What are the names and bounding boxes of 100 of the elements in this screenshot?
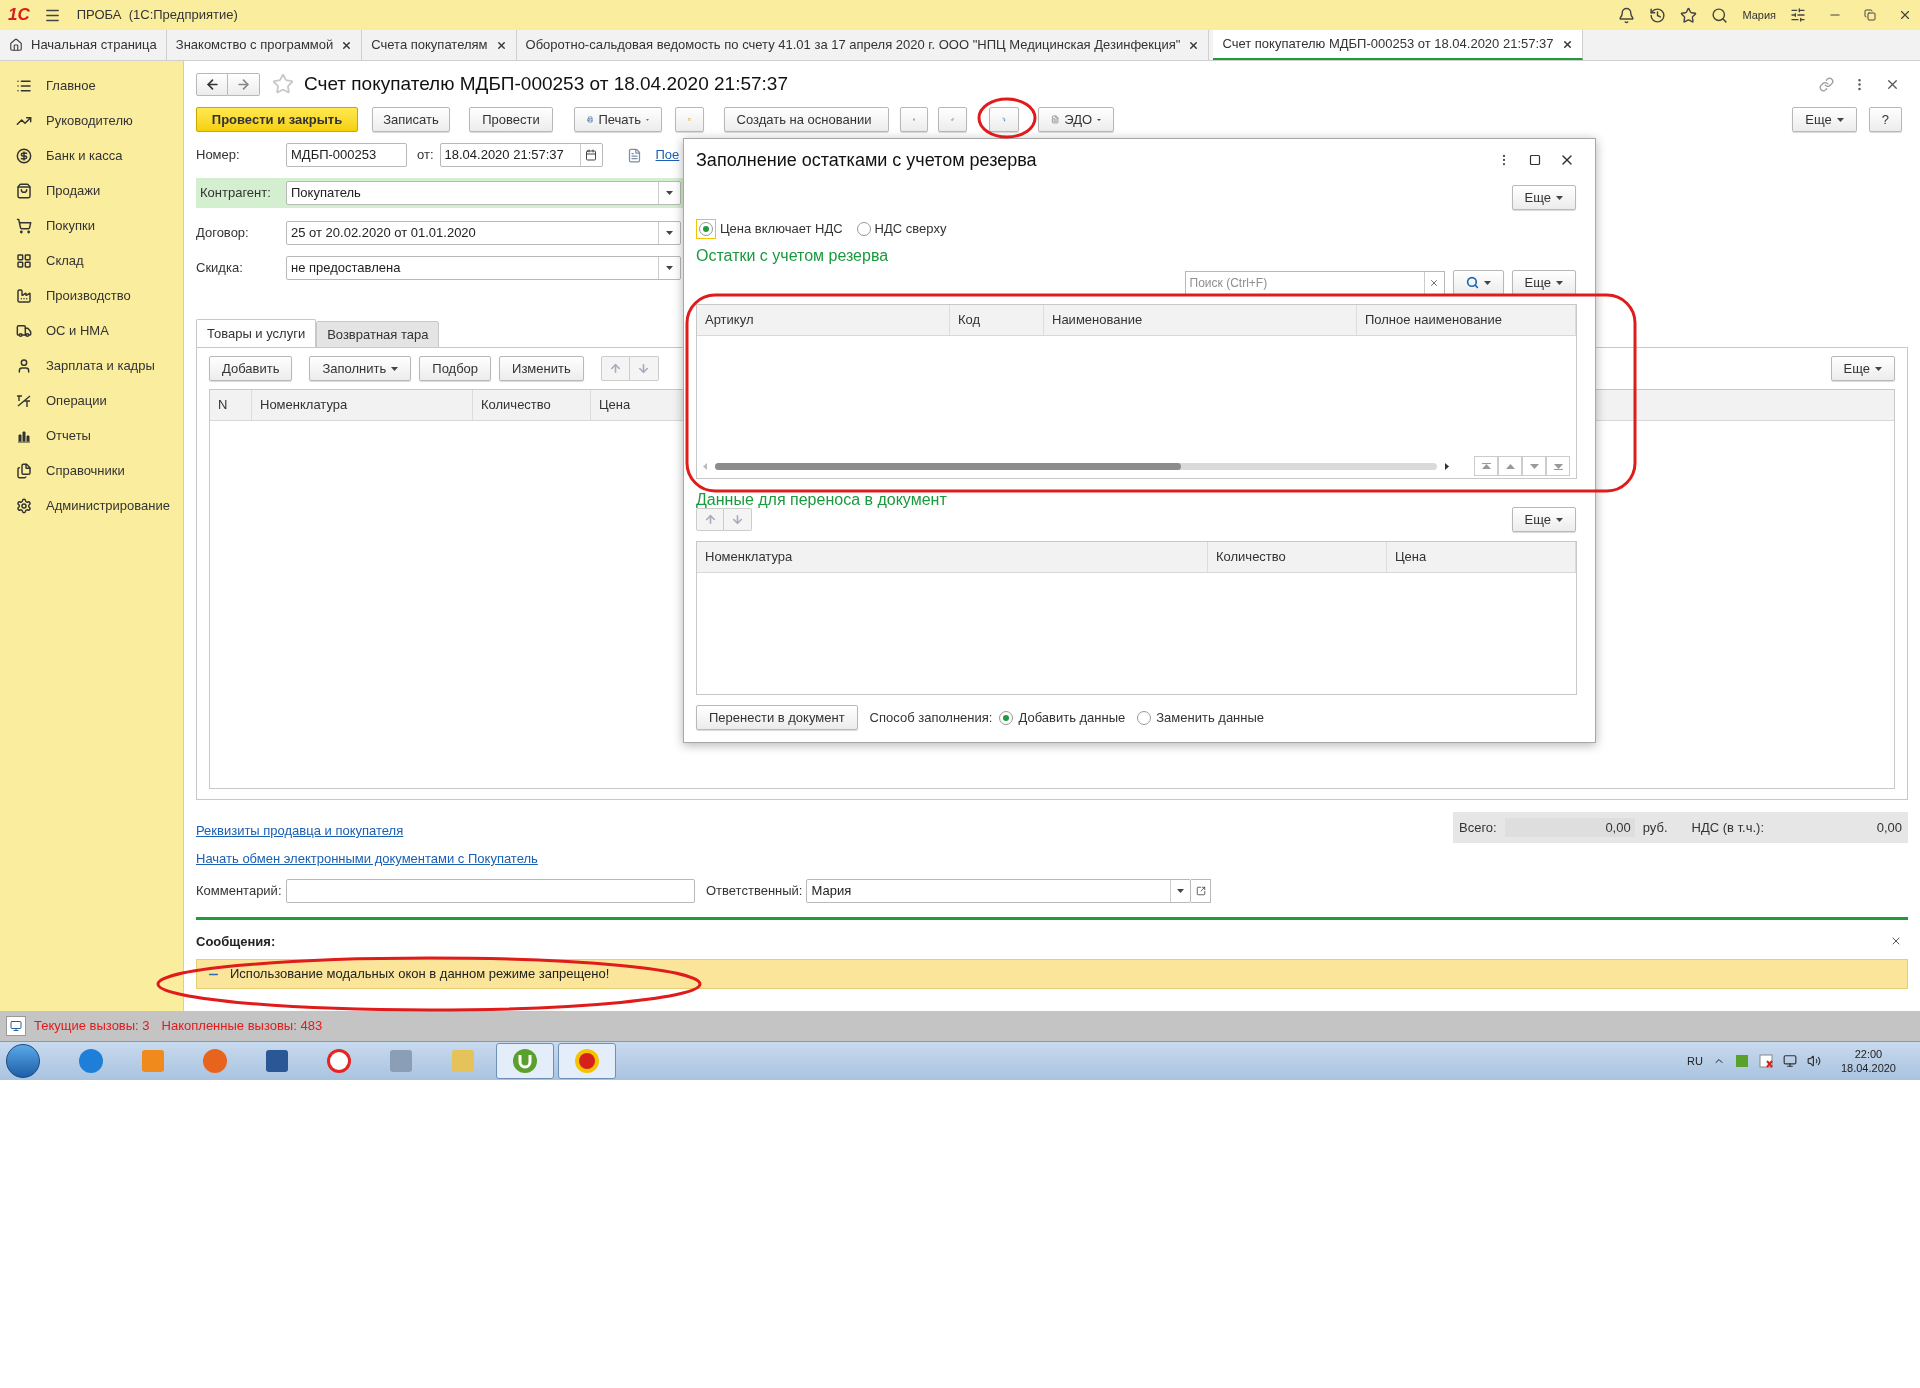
sidebar-item[interactable]: Операции [0, 383, 183, 418]
sidebar-item[interactable]: Главное [0, 68, 183, 103]
volume-icon[interactable] [1806, 1054, 1821, 1068]
document-icon[interactable] [626, 147, 642, 163]
comment-field[interactable] [286, 878, 695, 903]
bell-icon[interactable] [1618, 6, 1636, 24]
horizontal-scrollbar[interactable] [715, 462, 1437, 470]
help-button[interactable]: ? [1868, 107, 1902, 132]
taskbar-app[interactable] [496, 1043, 554, 1079]
radio-button[interactable] [1137, 710, 1152, 725]
sidebar-item[interactable]: Руководителю [0, 103, 183, 138]
column-header[interactable]: Цена [1387, 542, 1576, 572]
taskbar-app[interactable] [558, 1043, 616, 1079]
column-header[interactable]: Номенклатура [252, 390, 473, 420]
close-icon[interactable] [1898, 8, 1912, 22]
tray-flag-icon[interactable] [1758, 1054, 1773, 1068]
sidebar-item[interactable]: Продажи [0, 173, 183, 208]
number-field[interactable]: МДБП-000253 [286, 143, 407, 167]
move-up-button[interactable] [696, 508, 724, 531]
history-icon[interactable] [1649, 6, 1667, 24]
transfer-button[interactable]: Перенести в документ [696, 705, 858, 730]
input-field[interactable]: Покупатель [286, 181, 681, 205]
close-icon[interactable] [1561, 38, 1573, 50]
sidebar-item[interactable]: Покупки [0, 208, 183, 243]
close-icon[interactable] [341, 39, 353, 51]
more-button[interactable]: Еще [1511, 270, 1576, 295]
toolbar-button[interactable]: Печать [574, 107, 662, 132]
settings-icon[interactable] [1790, 7, 1806, 23]
input-field[interactable]: 25 от 20.02.2020 от 01.01.2020 [286, 221, 681, 245]
restore-icon[interactable] [1864, 9, 1876, 21]
move-down-button[interactable] [629, 356, 659, 381]
table-button[interactable]: Добавить [209, 356, 293, 381]
responsible-field[interactable]: Мария [806, 878, 1192, 903]
column-header[interactable]: Артикул [697, 305, 950, 335]
radio-button[interactable] [699, 222, 713, 236]
start-button[interactable] [6, 1044, 40, 1078]
calendar-icon[interactable] [585, 149, 597, 161]
sidebar-item[interactable]: Склад [0, 243, 183, 278]
back-button[interactable] [196, 72, 228, 96]
toolbar-icon-button[interactable] [989, 107, 1019, 132]
user-name[interactable]: Мария [1742, 6, 1776, 24]
column-header[interactable]: Полное наименование [1357, 305, 1576, 335]
move-up-button[interactable] [600, 356, 630, 381]
table-button[interactable]: Заполнить [309, 356, 412, 381]
more-button[interactable]: Еще [1792, 107, 1857, 132]
scroll-left-icon[interactable] [703, 462, 707, 470]
radio-button[interactable] [856, 222, 871, 236]
move-down-button[interactable] [724, 508, 752, 531]
toolbar-button[interactable]: Записать [372, 107, 450, 132]
search-button[interactable] [1452, 270, 1504, 295]
table-button[interactable]: Подбор [419, 356, 492, 381]
more-button[interactable]: Еще [1830, 356, 1895, 381]
scroll-up-button[interactable] [1498, 456, 1522, 476]
sidebar-item[interactable]: Отчеты [0, 418, 183, 453]
toolbar-button[interactable]: Провести и закрыть [196, 107, 358, 132]
toolbar-icon-button[interactable] [938, 107, 967, 132]
toolbar-icon-button[interactable] [675, 107, 704, 132]
column-header[interactable]: Количество [473, 390, 591, 420]
sidebar-item[interactable]: ОС и НМА [0, 313, 183, 348]
more-button[interactable]: Еще [1511, 507, 1576, 532]
tray-flag-icon[interactable] [1734, 1054, 1749, 1068]
table-button[interactable]: Изменить [499, 356, 584, 381]
open-button[interactable] [1191, 878, 1212, 903]
scroll-down-button[interactable] [1522, 456, 1546, 476]
column-header[interactable]: Наименование [1044, 305, 1357, 335]
search-icon[interactable] [1711, 6, 1729, 24]
column-header[interactable]: Количество [1208, 542, 1387, 572]
favorite-star-icon[interactable] [272, 73, 294, 95]
toolbar-button[interactable]: Провести [469, 107, 553, 132]
toolbar-icon-button[interactable] [900, 107, 928, 132]
section-tab[interactable]: Возвратная тара [316, 321, 440, 348]
section-tab[interactable]: Товары и услуги [196, 319, 317, 348]
link[interactable]: Начать обмен электронными документами с Покупатель [196, 849, 538, 869]
sidebar-item[interactable]: Производство [0, 278, 183, 313]
toolbar-button[interactable]: ЭДО [1038, 107, 1114, 132]
column-header[interactable]: N [210, 390, 252, 420]
tab[interactable]: Счет покупателю МДБП-000253 от 18.04.2020 21:57:37 [1213, 30, 1583, 60]
link-icon[interactable] [1819, 76, 1834, 92]
star-icon[interactable] [1680, 6, 1698, 24]
link[interactable]: Пое [655, 145, 680, 165]
clear-icon[interactable] [1429, 277, 1440, 288]
network-icon[interactable] [1782, 1054, 1797, 1068]
close-icon[interactable] [1188, 39, 1200, 51]
maximize-icon[interactable] [1529, 154, 1541, 166]
input-field[interactable]: не предоставлена [286, 256, 681, 280]
sidebar-item[interactable]: Администрирование [0, 488, 183, 523]
sidebar-item[interactable]: Зарплата и кадры [0, 348, 183, 383]
radio-button[interactable] [999, 710, 1014, 725]
link[interactable]: Реквизиты продавца и покупателя [196, 821, 404, 841]
close-icon[interactable] [495, 39, 507, 51]
toolbar-button[interactable]: Создать на основании [724, 107, 889, 132]
sidebar-item[interactable]: Банк и касса [0, 138, 183, 173]
date-field[interactable]: 18.04.2020 21:57:37 [439, 143, 603, 167]
language-indicator[interactable]: RU [1687, 1052, 1703, 1070]
scroll-right-icon[interactable] [1445, 462, 1449, 470]
column-header[interactable]: Номенклатура [697, 542, 1208, 572]
column-header[interactable]: Код [950, 305, 1044, 335]
scroll-first-button[interactable] [1474, 456, 1498, 476]
sidebar-item[interactable]: Справочники [0, 453, 183, 488]
scroll-last-button[interactable] [1546, 456, 1570, 476]
